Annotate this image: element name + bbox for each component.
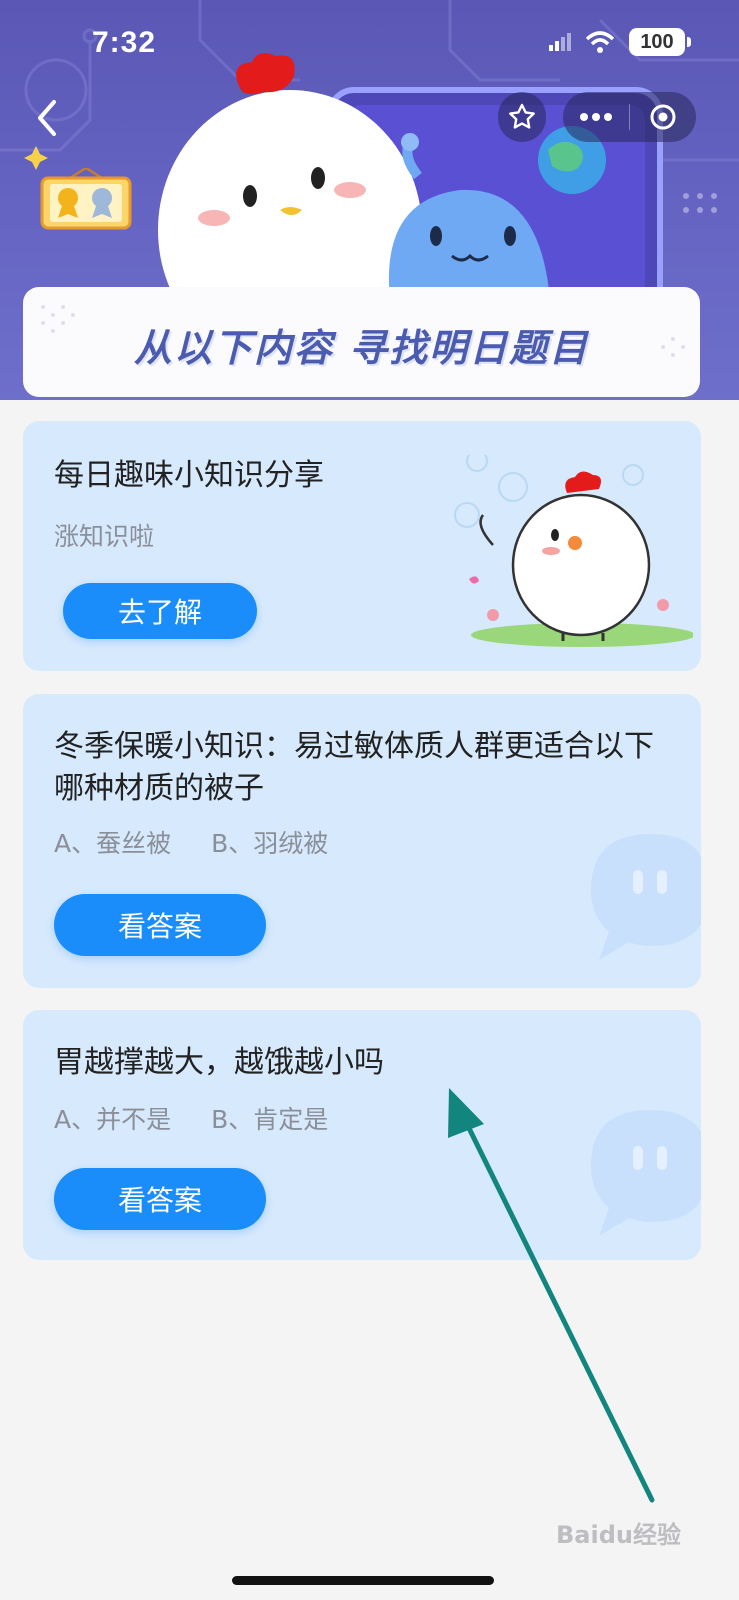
- target-circle-icon: [650, 104, 676, 130]
- question-title: 胃越撑越大，越饿越小吗: [54, 1045, 384, 1080]
- learn-more-button[interactable]: 去了解: [63, 583, 257, 639]
- answer-options: A、并不是 B、肯定是: [54, 1100, 328, 1136]
- miniprogram-capsule: [563, 92, 696, 142]
- question-card-2[interactable]: 胃越撑越大，越饿越小吗 A、并不是 B、肯定是 看答案: [23, 1010, 701, 1260]
- back-button[interactable]: [28, 96, 68, 140]
- banner-title: 从以下内容 寻找明日题目: [133, 325, 590, 370]
- option-b: B、肯定是: [211, 1105, 329, 1134]
- signal-icon: [549, 33, 571, 51]
- question-card-1[interactable]: 冬季保暖小知识：易过敏体质人群更适合以下哪种材质的被子 A、蚕丝被 B、羽绒被 …: [23, 694, 701, 988]
- status-bar: 7:32 100: [0, 0, 739, 80]
- chevron-left-icon: [38, 100, 56, 136]
- star-icon: [509, 103, 535, 129]
- medal-icon: [40, 166, 132, 230]
- close-miniprogram-button[interactable]: [630, 102, 696, 132]
- daily-fun-fact-card[interactable]: 每日趣味小知识分享 涨知识啦 去了解: [23, 421, 701, 671]
- chat-bubble-icon: [591, 834, 701, 960]
- search-tomorrow-banner: 从以下内容 寻找明日题目: [23, 287, 700, 397]
- medal-badge[interactable]: [40, 166, 132, 230]
- view-answer-button[interactable]: 看答案: [54, 894, 266, 956]
- chick-bubbles-illustration: [454, 455, 693, 647]
- favorite-button[interactable]: [498, 92, 546, 142]
- more-button[interactable]: [563, 112, 629, 122]
- option-a: A、蚕丝被: [54, 829, 172, 858]
- header-banner: 7:32 100 从以下内容 寻找明日题目: [0, 0, 739, 400]
- status-time: 7:32: [92, 26, 157, 59]
- status-icons: 100: [549, 28, 691, 56]
- chat-bubble-icon: [591, 1110, 701, 1236]
- more-dots-icon: [580, 113, 612, 121]
- card-subtitle: 涨知识啦: [54, 522, 155, 551]
- answer-options: A、蚕丝被 B、羽绒被: [54, 824, 328, 860]
- option-b: B、羽绒被: [211, 829, 329, 858]
- view-answer-button[interactable]: 看答案: [54, 1168, 266, 1230]
- battery-indicator: 100: [629, 28, 691, 56]
- home-indicator[interactable]: [232, 1576, 494, 1585]
- option-a: A、并不是: [54, 1105, 172, 1134]
- wifi-icon: [585, 31, 615, 53]
- question-title: 冬季保暖小知识：易过敏体质人群更适合以下哪种材质的被子: [54, 729, 654, 806]
- watermark: Baidu经验: [556, 1521, 681, 1549]
